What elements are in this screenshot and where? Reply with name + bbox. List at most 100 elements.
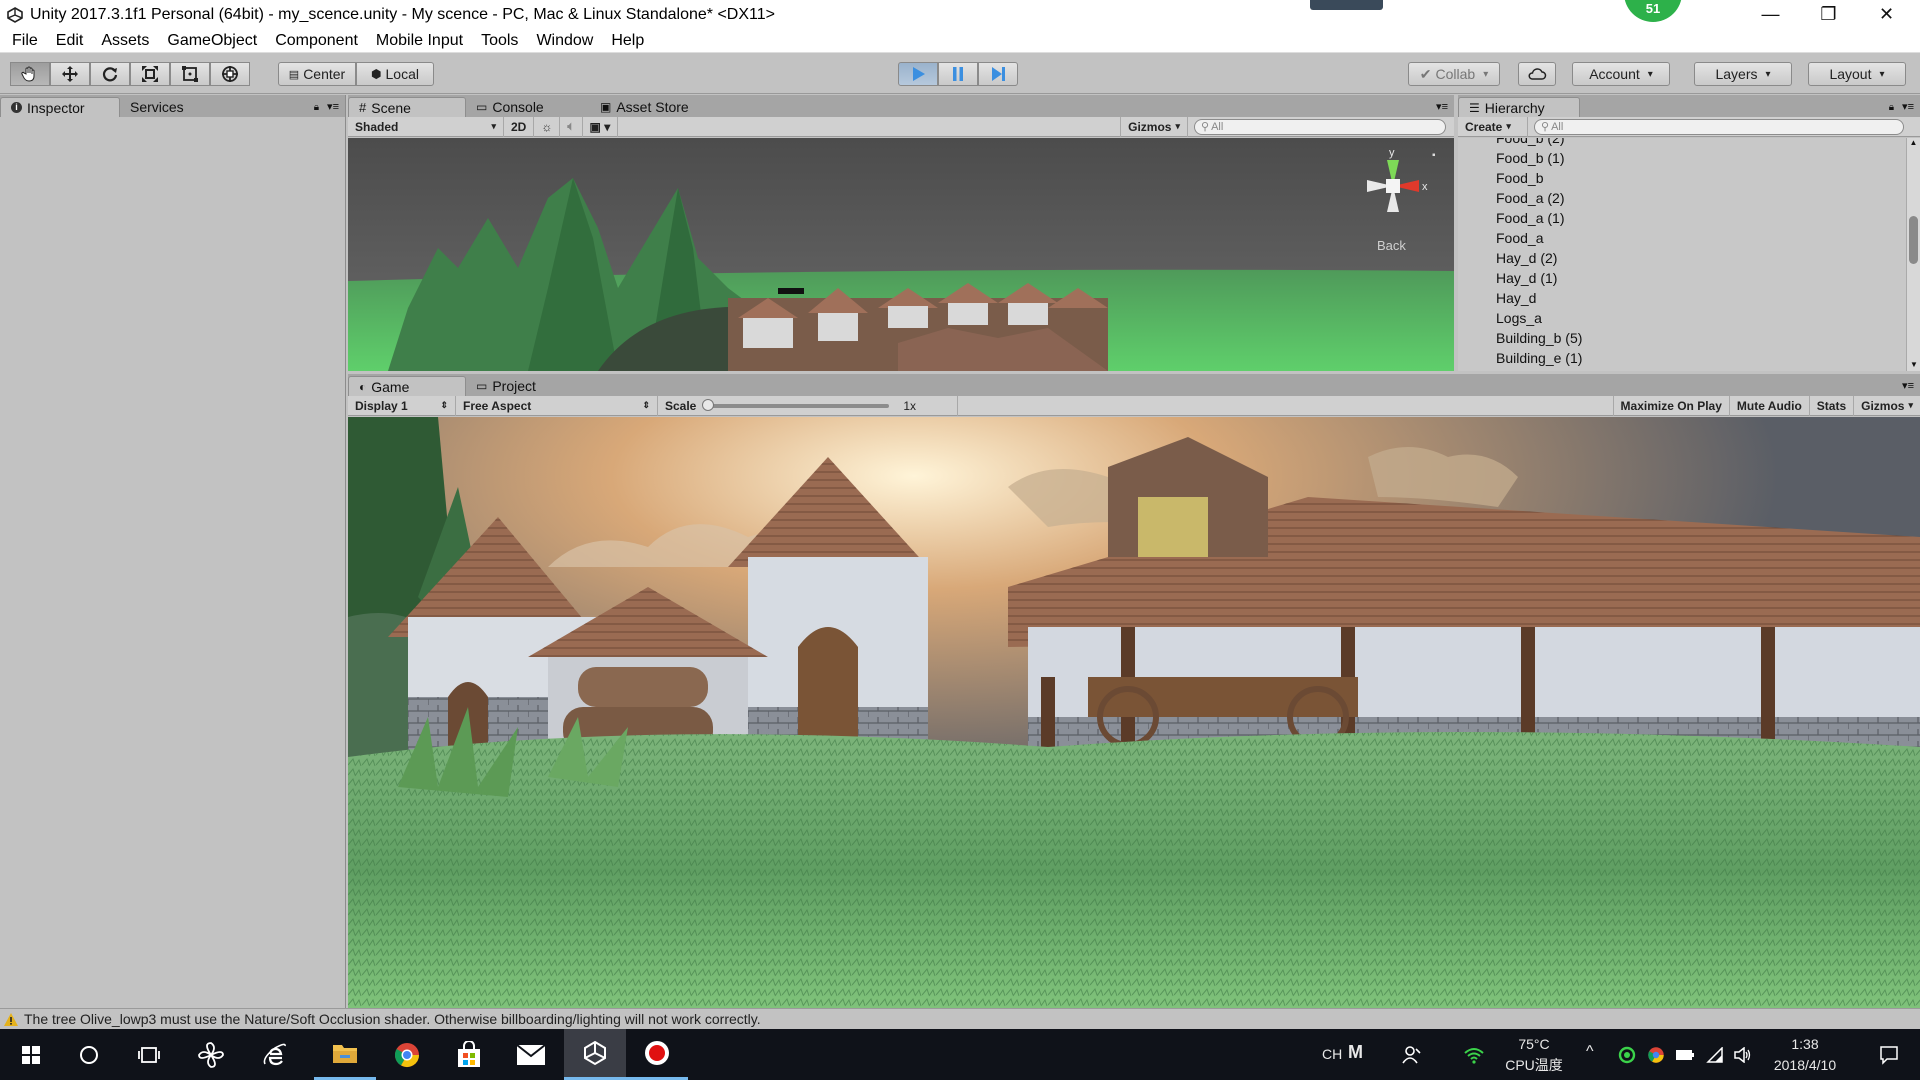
- list-item[interactable]: Food_b: [1458, 168, 1906, 188]
- search-button[interactable]: [58, 1029, 120, 1080]
- minimize-button[interactable]: —: [1742, 0, 1799, 29]
- chevron-up-icon[interactable]: ^: [1586, 1043, 1594, 1061]
- hand-tool-button[interactable]: [10, 62, 50, 86]
- play-button[interactable]: [898, 62, 938, 86]
- scene-gizmos-dropdown[interactable]: Gizmos ▾: [1120, 116, 1188, 137]
- scale-slider[interactable]: [702, 398, 890, 411]
- menu-assets[interactable]: Assets: [92, 32, 158, 50]
- status-bar[interactable]: The tree Olive_lowp3 must use the Nature…: [0, 1008, 1920, 1029]
- taskbar-app-chrome[interactable]: [376, 1029, 438, 1080]
- task-view-button[interactable]: [118, 1029, 180, 1080]
- tab-services[interactable]: Services: [120, 97, 198, 117]
- start-button[interactable]: [0, 1029, 62, 1080]
- scale-tool-button[interactable]: [130, 62, 170, 86]
- taskbar-app-store[interactable]: [438, 1029, 500, 1080]
- panel-menu-icon[interactable]: ▾≡: [1436, 100, 1448, 113]
- menu-tools[interactable]: Tools: [472, 32, 527, 50]
- display-dropdown[interactable]: Display 1 ⇕: [348, 395, 456, 416]
- clock-time[interactable]: 1:38: [1762, 1036, 1848, 1052]
- tab-game[interactable]: ◐ Game: [348, 376, 466, 396]
- account-dropdown[interactable]: Account: [1572, 62, 1670, 86]
- toggle-2d-button[interactable]: 2D: [504, 116, 535, 137]
- list-item[interactable]: Building_e (1): [1458, 348, 1906, 368]
- scroll-up-icon[interactable]: ▲: [1907, 138, 1920, 147]
- orientation-gizmo[interactable]: y x Back: [1353, 146, 1433, 256]
- menu-edit[interactable]: Edit: [47, 32, 93, 50]
- cloud-button[interactable]: [1518, 62, 1556, 86]
- tab-project[interactable]: ▭ Project: [466, 376, 550, 396]
- scale-slider-thumb[interactable]: [702, 398, 715, 411]
- clock-date[interactable]: 2018/4/10: [1762, 1057, 1848, 1073]
- stats-toggle[interactable]: Stats: [1810, 395, 1855, 416]
- taskbar-app-explorer[interactable]: [314, 1029, 376, 1080]
- ime-mode[interactable]: M: [1348, 1042, 1363, 1063]
- maximize-on-play-toggle[interactable]: Maximize On Play: [1612, 395, 1730, 416]
- wifi-status[interactable]: [1700, 1029, 1730, 1080]
- list-item[interactable]: Logs_a: [1458, 308, 1906, 328]
- taskbar-app-unity[interactable]: [564, 1029, 626, 1080]
- scrollbar-thumb[interactable]: [1909, 216, 1918, 264]
- tray-app-green[interactable]: [1612, 1029, 1642, 1080]
- tab-console[interactable]: ▭ Console: [466, 97, 590, 117]
- list-item[interactable]: Food_a: [1458, 228, 1906, 248]
- list-item[interactable]: Hay_d (1): [1458, 268, 1906, 288]
- rotate-tool-button[interactable]: [90, 62, 130, 86]
- lock-icon[interactable]: 🔒︎: [314, 102, 319, 113]
- list-item[interactable]: Food_b (1): [1458, 148, 1906, 168]
- people-button[interactable]: [1392, 1029, 1432, 1080]
- scroll-down-icon[interactable]: ▼: [1907, 360, 1920, 369]
- taskbar-app-mail[interactable]: [500, 1029, 562, 1080]
- scene-audio-toggle[interactable]: 🔈︎: [560, 116, 583, 137]
- tab-hierarchy[interactable]: ☰ Hierarchy: [1458, 97, 1580, 117]
- taskbar-app-ie[interactable]: [244, 1029, 306, 1080]
- taskbar-app-recorder[interactable]: [626, 1029, 688, 1080]
- floating-widget-tab[interactable]: [1310, 0, 1383, 10]
- tab-asset-store[interactable]: ▣ Asset Store: [590, 97, 703, 117]
- hierarchy-search-input[interactable]: ⚲ All: [1534, 118, 1904, 135]
- create-dropdown[interactable]: Create ▾: [1458, 116, 1528, 137]
- battery-status[interactable]: [1670, 1029, 1700, 1080]
- restore-button[interactable]: ❐: [1800, 0, 1857, 29]
- network-status[interactable]: [1454, 1029, 1494, 1080]
- game-gizmos-dropdown[interactable]: Gizmos ▾: [1854, 396, 1920, 416]
- scene-effects-dropdown[interactable]: ▣ ▾: [583, 116, 619, 137]
- shading-mode-dropdown[interactable]: Shaded ▾: [348, 116, 504, 137]
- action-center-button[interactable]: [1858, 1029, 1920, 1080]
- scene-lighting-toggle[interactable]: ☼: [534, 116, 561, 137]
- layers-dropdown[interactable]: Layers: [1694, 62, 1792, 86]
- list-item[interactable]: Hay_d (2): [1458, 248, 1906, 268]
- scene-search-input[interactable]: ⚲ All: [1194, 118, 1446, 135]
- tray-app-chrome[interactable]: [1641, 1029, 1671, 1080]
- panel-menu-icon[interactable]: ▾≡: [327, 100, 339, 113]
- list-item[interactable]: Hay_d: [1458, 288, 1906, 308]
- notification-badge[interactable]: 51: [1624, 0, 1682, 22]
- list-item[interactable]: Food_b (2): [1458, 138, 1906, 148]
- lock-icon[interactable]: 🔒︎: [1889, 102, 1894, 113]
- pivot-space-button[interactable]: ⬢ Local: [356, 62, 434, 86]
- mute-audio-toggle[interactable]: Mute Audio: [1730, 395, 1810, 416]
- volume-control[interactable]: [1728, 1029, 1758, 1080]
- list-item[interactable]: Building_b (5): [1458, 328, 1906, 348]
- step-button[interactable]: [978, 62, 1018, 86]
- panel-menu-icon[interactable]: ▾≡: [1902, 379, 1914, 392]
- close-button[interactable]: ✕: [1858, 0, 1915, 29]
- panel-menu-icon[interactable]: ▾≡: [1902, 100, 1914, 113]
- pivot-center-button[interactable]: ▤ Center: [278, 62, 356, 86]
- tab-inspector[interactable]: i Inspector: [0, 97, 120, 117]
- rect-tool-button[interactable]: [170, 62, 210, 86]
- tab-scene[interactable]: # Scene: [348, 97, 466, 117]
- list-item[interactable]: Food_a (1): [1458, 208, 1906, 228]
- hierarchy-scrollbar[interactable]: ▲ ▼: [1906, 138, 1920, 371]
- taskbar-app-pinwheel[interactable]: [180, 1029, 242, 1080]
- menu-file[interactable]: File: [3, 32, 47, 50]
- menu-help[interactable]: Help: [602, 32, 653, 50]
- move-tool-button[interactable]: [50, 62, 90, 86]
- ime-language[interactable]: CH: [1322, 1046, 1342, 1062]
- gizmo-lock-icon[interactable]: ▪: [1432, 150, 1436, 161]
- scene-viewport[interactable]: y x Back ▪: [348, 138, 1454, 371]
- transform-tool-button[interactable]: [210, 62, 250, 86]
- collab-dropdown[interactable]: ✔ Collab: [1408, 62, 1500, 86]
- list-item[interactable]: Food_a (2): [1458, 188, 1906, 208]
- aspect-dropdown[interactable]: Free Aspect ⇕: [456, 395, 658, 416]
- menu-component[interactable]: Component: [266, 32, 367, 50]
